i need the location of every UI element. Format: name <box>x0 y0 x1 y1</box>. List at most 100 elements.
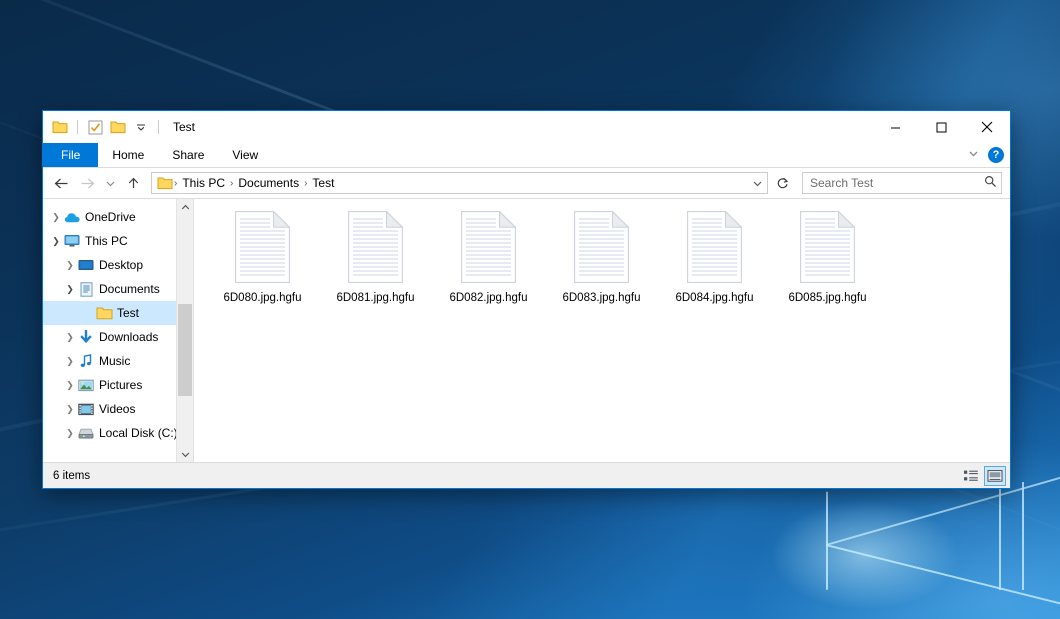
videos-icon <box>77 403 95 416</box>
sidebar-item-pictures[interactable]: ❯ Pictures <box>43 373 193 397</box>
file-item[interactable]: 6D081.jpg.hgfu <box>319 207 432 325</box>
folder-icon <box>95 306 113 320</box>
ribbon-tab-bar: File Home Share View ? <box>43 143 1010 168</box>
recent-locations-button[interactable] <box>101 171 119 195</box>
ribbon-actions: ? <box>967 143 1004 167</box>
sidebar-item-label: Music <box>99 354 130 368</box>
tab-home[interactable]: Home <box>98 143 158 167</box>
file-name: 6D081.jpg.hgfu <box>336 291 414 305</box>
pictures-icon <box>77 379 95 392</box>
windows-logo-glow <box>770 500 960 610</box>
documents-icon <box>77 282 95 297</box>
scroll-down-arrow-icon[interactable] <box>177 446 193 462</box>
sidebar-item-label: Test <box>117 306 139 320</box>
document-icon <box>687 211 742 283</box>
address-bar: › This PC › Documents › Test Search Test <box>43 168 1010 198</box>
explorer-body: ❯ OneDrive ❯ <box>43 198 1010 462</box>
tab-view[interactable]: View <box>218 143 272 167</box>
file-item[interactable]: 6D080.jpg.hgfu <box>206 207 319 325</box>
new-folder-icon[interactable] <box>109 118 127 136</box>
file-item[interactable]: 6D083.jpg.hgfu <box>545 207 658 325</box>
sidebar-item-label: Videos <box>99 402 135 416</box>
expand-ribbon-icon[interactable] <box>967 147 980 163</box>
breadcrumb-item-documents[interactable]: Documents <box>234 176 303 190</box>
navigation-pane-scrollbar[interactable] <box>176 199 193 462</box>
windows-logo-edge <box>826 492 828 590</box>
search-icon[interactable] <box>984 175 997 191</box>
file-name: 6D084.jpg.hgfu <box>675 291 753 305</box>
breadcrumb[interactable]: › This PC › Documents › Test <box>151 172 768 194</box>
chevron-down-icon[interactable] <box>132 118 150 136</box>
sidebar-item-onedrive[interactable]: ❯ OneDrive <box>43 205 193 229</box>
scroll-up-arrow-icon[interactable] <box>177 199 193 215</box>
close-button[interactable] <box>964 111 1010 143</box>
maximize-button[interactable] <box>918 111 964 143</box>
window-controls <box>872 111 1010 143</box>
tab-share[interactable]: Share <box>158 143 218 167</box>
sidebar-item-music[interactable]: ❯ Music <box>43 349 193 373</box>
chevron-down-icon[interactable]: ❯ <box>63 284 77 295</box>
music-icon <box>77 354 95 369</box>
breadcrumb-folder-icon[interactable] <box>157 173 173 193</box>
up-button[interactable] <box>121 171 145 195</box>
window-title: Test <box>173 120 195 134</box>
chevron-right-icon[interactable]: ❯ <box>63 260 77 271</box>
sidebar-item-test[interactable]: ❯ Test <box>43 301 193 325</box>
search-input[interactable]: Search Test <box>810 176 984 190</box>
address-dropdown-icon[interactable] <box>749 173 765 193</box>
file-item[interactable]: 6D085.jpg.hgfu <box>771 207 884 325</box>
sidebar-item-documents[interactable]: ❯ Documents <box>43 277 193 301</box>
chevron-down-icon[interactable]: ❯ <box>49 236 63 247</box>
sidebar-item-downloads[interactable]: ❯ Downloads <box>43 325 193 349</box>
chevron-right-icon[interactable]: ❯ <box>63 332 77 343</box>
sidebar-item-videos[interactable]: ❯ Videos <box>43 397 193 421</box>
windows-logo-edge <box>1022 482 1024 590</box>
sidebar-item-label: Documents <box>99 282 160 296</box>
windows-logo-edge <box>826 544 1060 606</box>
status-bar: 6 items <box>43 462 1010 488</box>
file-name: 6D085.jpg.hgfu <box>788 291 866 305</box>
download-icon <box>77 330 95 345</box>
title-bar: Test <box>43 111 1010 143</box>
search-box[interactable]: Search Test <box>802 172 1002 194</box>
file-list-view[interactable]: 6D080.jpg.hgfu <box>193 199 1010 462</box>
details-view-button[interactable] <box>960 466 982 486</box>
tab-file[interactable]: File <box>43 143 98 167</box>
scrollbar-thumb[interactable] <box>178 304 192 396</box>
document-icon <box>574 211 629 283</box>
sidebar-item-label: Downloads <box>99 330 158 344</box>
sidebar-item-local-disk-c[interactable]: ❯ Local Disk (C:) <box>43 421 193 445</box>
document-icon <box>800 211 855 283</box>
chevron-right-icon[interactable]: ❯ <box>49 212 63 223</box>
sidebar-item-desktop[interactable]: ❯ Desktop <box>43 253 193 277</box>
file-item[interactable]: 6D084.jpg.hgfu <box>658 207 771 325</box>
sidebar-item-this-pc[interactable]: ❯ This PC <box>43 229 193 253</box>
sidebar-item-label: This PC <box>85 234 128 248</box>
toolbar-divider <box>158 120 159 134</box>
folder-icon[interactable] <box>51 118 69 136</box>
back-button[interactable] <box>49 171 73 195</box>
monitor-icon <box>63 234 81 248</box>
drive-icon <box>77 427 95 440</box>
forward-button[interactable] <box>75 171 99 195</box>
file-name: 6D080.jpg.hgfu <box>223 291 301 305</box>
minimize-button[interactable] <box>872 111 918 143</box>
breadcrumb-item-this-pc[interactable]: This PC <box>178 176 229 190</box>
chevron-right-icon[interactable]: ❯ <box>63 356 77 367</box>
sidebar-item-label: Desktop <box>99 258 143 272</box>
help-icon[interactable]: ? <box>988 147 1004 163</box>
chevron-right-icon[interactable]: ❯ <box>63 404 77 415</box>
item-count-label: 6 items <box>53 470 90 482</box>
document-icon <box>348 211 403 283</box>
file-item[interactable]: 6D082.jpg.hgfu <box>432 207 545 325</box>
large-icons-view-button[interactable] <box>984 466 1006 486</box>
file-name: 6D083.jpg.hgfu <box>562 291 640 305</box>
document-icon <box>235 211 290 283</box>
chevron-right-icon[interactable]: ❯ <box>63 428 77 439</box>
breadcrumb-item-test[interactable]: Test <box>308 176 338 190</box>
chevron-right-icon[interactable]: ❯ <box>63 380 77 391</box>
file-name: 6D082.jpg.hgfu <box>449 291 527 305</box>
properties-icon[interactable] <box>86 118 104 136</box>
refresh-button[interactable] <box>770 171 794 195</box>
file-explorer-window: Test File Home Share View <box>42 110 1011 489</box>
